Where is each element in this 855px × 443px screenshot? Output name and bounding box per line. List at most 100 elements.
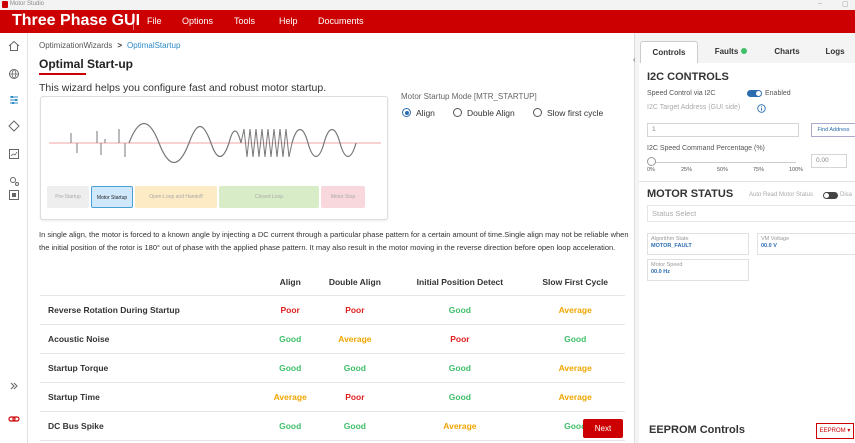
slider-tick: 50% — [717, 167, 729, 173]
breadcrumb-parent[interactable]: OptimizationWizards — [39, 41, 112, 50]
tab-faults-label: Faults — [714, 47, 739, 56]
slider-tick: 100% — [789, 167, 804, 173]
breadcrumb-current[interactable]: OptimalStartup — [127, 41, 180, 50]
puzzle-icon[interactable] — [8, 120, 20, 132]
speed-control-label: Speed Control via I2C — [647, 90, 716, 97]
menu-documents[interactable]: Documents — [318, 16, 364, 26]
card-key: Motor Speed — [651, 262, 683, 268]
eeprom-dropdown-button[interactable]: EEPROM ▾ — [816, 423, 854, 439]
speed-control-state: Enabled — [765, 90, 791, 97]
startup-sequence-diagram: Pre-Startup Motor Startup Open-Loop and … — [40, 96, 388, 220]
tuning-icon[interactable] — [8, 94, 20, 106]
radio-dot[interactable] — [402, 108, 411, 117]
motor-status-title: MOTOR STATUS — [647, 188, 734, 200]
rating-cell: Good — [315, 411, 395, 441]
link-icon[interactable] — [8, 413, 20, 425]
register-map-icon[interactable] — [8, 189, 20, 201]
find-address-button[interactable]: Find Address — [811, 123, 855, 137]
page-title: Optimal Start-up — [39, 57, 134, 71]
menu-tools[interactable]: Tools — [234, 16, 255, 26]
speed-control-toggle[interactable] — [747, 90, 762, 97]
main-content: OptimizationWizards > OptimalStartup Optim… — [28, 33, 632, 443]
row-label: Startup Time — [40, 382, 265, 412]
minimize-icon[interactable]: – — [818, 0, 822, 7]
globe-icon[interactable] — [8, 68, 20, 80]
startup-comparison-table: Align Double Align Initial Position Dete… — [40, 269, 625, 441]
app-title: Three Phase GUI — [12, 12, 141, 29]
expand-sidebar-icon[interactable] — [8, 380, 20, 392]
row-label: Reverse Rotation During Startup — [40, 295, 265, 325]
auto-read-toggle[interactable] — [823, 192, 838, 199]
app-logo-icon — [2, 1, 8, 8]
breadcrumb: OptimizationWizards > OptimalStartup — [39, 41, 180, 50]
eeprom-title: EEPROM Controls — [649, 424, 745, 436]
card-value: 00.0 V — [761, 243, 777, 249]
window-app-name: Motor Studio — [10, 1, 45, 7]
target-address-input[interactable]: 1 — [647, 123, 799, 137]
rating-cell: Good — [315, 353, 395, 383]
status-select-dropdown[interactable]: Status Select — [647, 205, 855, 222]
rating-cell: Good — [394, 382, 526, 412]
section-divider — [639, 181, 855, 182]
tab-charts[interactable]: Charts — [761, 41, 813, 63]
restore-icon[interactable]: ▢ — [842, 0, 849, 8]
collapse-panel-icon[interactable]: ‹ — [633, 55, 636, 64]
table-row: Reverse Rotation During Startup Poor Poo… — [40, 295, 625, 325]
radio-dot[interactable] — [533, 108, 542, 117]
radio-slow-first-cycle-label: Slow first cycle — [547, 108, 604, 118]
row-label: Acoustic Noise — [40, 324, 265, 354]
speed-command-label: I2C Speed Command Percentage (%) — [647, 145, 765, 152]
card-value: MOTOR_FAULT — [651, 243, 692, 249]
window-titlebar: Motor Studio – ▢ — [0, 0, 855, 10]
stage-motor-stop: Motor Stop — [321, 186, 365, 208]
table-header-slow-first-cycle: Slow First Cycle — [525, 269, 625, 296]
tab-faults[interactable]: Faults — [703, 41, 759, 63]
home-icon[interactable] — [8, 40, 20, 52]
menu-options[interactable]: Options — [182, 16, 213, 26]
card-key: VM Voltage — [761, 236, 790, 242]
table-header-initial-position-detect: Initial Position Detect — [394, 269, 526, 296]
table-row: Acoustic Noise Good Average Poor Good — [40, 324, 625, 354]
controls-panel: I2C CONTROLS Speed Control via I2C Enabl… — [639, 63, 855, 413]
menu-help[interactable]: Help — [279, 16, 298, 26]
radio-align[interactable]: Align — [402, 108, 435, 118]
info-icon[interactable] — [757, 104, 766, 113]
rating-cell: Good — [394, 295, 526, 325]
rating-cell: Good — [525, 324, 625, 354]
rating-cell: Poor — [315, 382, 395, 412]
target-address-label: I2C Target Address (GUI side) — [647, 104, 741, 111]
radio-double-align[interactable]: Double Align — [453, 108, 515, 118]
stage-motor-startup: Motor Startup — [91, 186, 133, 208]
title-underline — [39, 73, 86, 75]
slider-tick: 0% — [647, 167, 655, 173]
vm-voltage-card: VM Voltage 00.0 V — [757, 233, 855, 255]
fault-status-icon — [741, 48, 748, 54]
radio-dot[interactable] — [453, 108, 462, 117]
settings-gears-icon[interactable] — [8, 175, 20, 187]
table-header-blank — [40, 269, 265, 296]
speed-command-slider-thumb[interactable] — [647, 157, 656, 166]
startup-mode-label: Motor Startup Mode [MTR_STARTUP] — [401, 92, 537, 101]
radio-slow-first-cycle[interactable]: Slow first cycle — [533, 108, 603, 118]
i2c-controls-title: I2C CONTROLS — [647, 71, 729, 83]
rating-cell: Average — [394, 411, 526, 441]
speed-command-value[interactable]: 0.00 — [811, 154, 847, 168]
radio-double-align-label: Double Align — [467, 108, 515, 118]
tab-logs[interactable]: Logs — [815, 41, 855, 63]
row-label: DC Bus Spike — [40, 411, 265, 441]
chart-icon[interactable] — [8, 148, 20, 160]
next-button[interactable]: Next — [583, 419, 623, 438]
mode-description: In single align, the motor is forced to … — [39, 230, 629, 252]
motor-speed-card: Motor Speed 00.0 Hz — [647, 259, 749, 281]
rating-cell: Good — [265, 353, 316, 383]
menu-bar: Three Phase GUI File Options Tools Help … — [0, 10, 855, 33]
rating-cell: Average — [525, 295, 625, 325]
row-label: Startup Torque — [40, 353, 265, 383]
table-row: DC Bus Spike Good Good Average Good — [40, 411, 625, 441]
rating-cell: Average — [525, 353, 625, 383]
menu-file[interactable]: File — [147, 16, 162, 26]
speed-command-slider-track[interactable] — [651, 162, 796, 163]
card-value: 00.0 Hz — [651, 269, 670, 275]
rating-cell: Good — [265, 411, 316, 441]
tab-controls[interactable]: Controls — [640, 41, 698, 63]
